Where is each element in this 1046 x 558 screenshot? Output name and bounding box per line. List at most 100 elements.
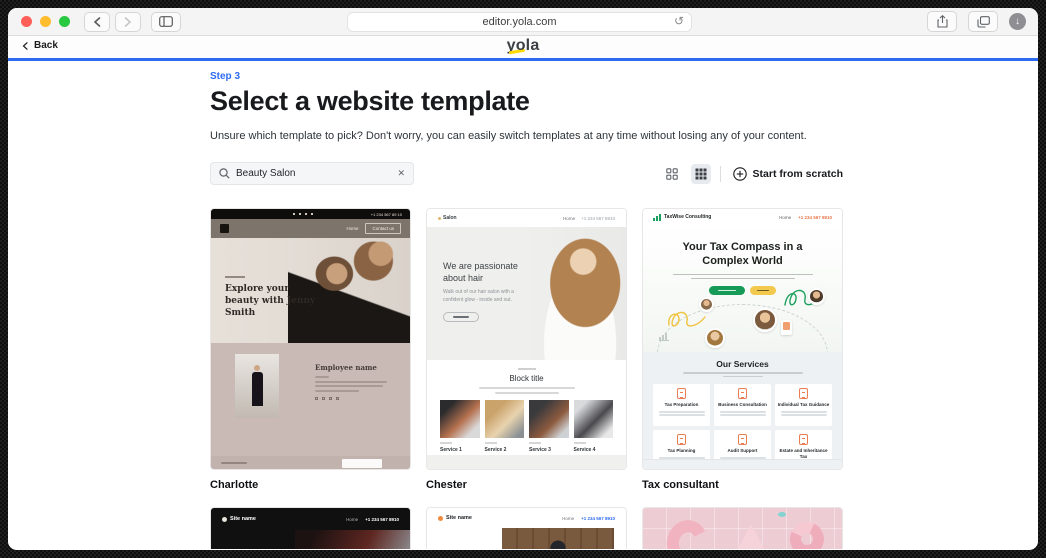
template-cell-tax-consultant: TaxWise Consulting Home +1 234 567 8910 … — [642, 208, 843, 491]
template-cell-chester: Salon Home +1 234 567 8910 We are passio… — [426, 208, 627, 491]
mini-secondary-button — [750, 286, 776, 295]
phone-in-hand-decoration — [781, 320, 792, 335]
mini-primary-button — [709, 286, 745, 295]
clear-search-icon[interactable]: ✕ — [397, 168, 405, 179]
minimize-window-button[interactable] — [40, 16, 51, 27]
mini-logo: Site name — [438, 515, 472, 521]
service-photo — [573, 399, 613, 438]
mini-navbar: Site name Home +1 234 567 8910 — [427, 508, 626, 528]
template-search[interactable]: ✕ — [210, 162, 414, 185]
template-card-charlotte[interactable]: +1 234 567 89 10 Home Contact us Explore… — [210, 208, 411, 470]
service-icon — [677, 434, 686, 445]
mini-hero: Explore your beauty with Jenny Smith — [211, 238, 410, 343]
chevron-left-icon — [93, 16, 101, 27]
mini-nav-home: Home — [562, 515, 575, 521]
mini-services-title: Our Services — [716, 359, 769, 369]
social-icons — [315, 396, 391, 400]
mini-phone: +1 234 567 89 10 — [370, 211, 402, 217]
template-card-chester[interactable]: Salon Home +1 234 567 8910 We are passio… — [426, 208, 627, 470]
mini-contact-button: Contact us — [365, 223, 401, 234]
mini-phone: +1 234 567 8910 — [365, 516, 399, 522]
paragraph-placeholder — [780, 410, 827, 418]
hero-photo — [524, 227, 626, 360]
yola-logo: yola — [506, 37, 540, 54]
share-button[interactable] — [927, 11, 957, 32]
reload-icon[interactable]: ↺ — [674, 14, 684, 28]
mini-nav-home: Home — [779, 214, 792, 220]
start-from-scratch-button[interactable]: Start from scratch — [732, 166, 843, 181]
mini-logo: TaxWise Consulting — [664, 214, 712, 220]
window-controls — [21, 16, 70, 27]
template-card-pink[interactable] — [642, 507, 843, 549]
mini-logo: Salon — [438, 215, 457, 221]
divider — [719, 165, 721, 182]
avatar — [705, 328, 725, 348]
text-placeholder — [225, 276, 245, 278]
close-window-button[interactable] — [21, 16, 32, 27]
employee-photo — [235, 354, 279, 418]
browser-forward-button[interactable] — [115, 11, 141, 32]
text-placeholder — [517, 368, 536, 370]
grid-view-3col-button[interactable] — [690, 163, 711, 184]
mini-navbar: Salon Home +1 234 567 8910 — [427, 209, 626, 227]
avatar — [753, 308, 777, 332]
mini-hero-heading: Your Tax Compass in a Complex World — [682, 241, 803, 267]
address-bar[interactable]: editor.yola.com ↺ — [347, 12, 692, 32]
mini-service-card: Business Consultation — [714, 384, 771, 426]
plus-circle-icon — [732, 166, 747, 181]
mini-logo: Site name — [222, 516, 256, 522]
mini-employee-heading: Employee name — [315, 363, 377, 372]
mini-hero-heading: Explore your beauty with Jenny Smith — [225, 284, 316, 319]
mini-service-card: Individual Tax Guidance — [775, 384, 832, 426]
paragraph-placeholder — [682, 372, 803, 377]
search-input[interactable] — [236, 168, 392, 179]
url-text: editor.yola.com — [482, 16, 557, 28]
template-card-dark[interactable]: Site name Home +1 234 567 8910 — [210, 507, 411, 549]
service-icon — [799, 388, 808, 399]
service-photo — [484, 399, 524, 438]
search-icon — [219, 168, 230, 179]
avatar — [699, 297, 714, 312]
template-name: Tax consultant — [642, 479, 719, 491]
service-photo — [440, 399, 480, 438]
browser-window: editor.yola.com ↺ ↓ Back yola Step 3 Sel… — [8, 8, 1038, 550]
template-card-tax-consultant[interactable]: TaxWise Consulting Home +1 234 567 8910 … — [642, 208, 843, 470]
mini-navbar: TaxWise Consulting Home +1 234 567 8910 — [643, 209, 842, 225]
mini-hero: Your Tax Compass in a Complex World — [643, 225, 842, 352]
template-cell-charlotte: +1 234 567 89 10 Home Contact us Explore… — [210, 208, 411, 491]
hero-photo — [295, 530, 410, 549]
mini-phone: +1 234 567 8910 — [798, 214, 832, 220]
tab-overview-button[interactable] — [968, 11, 998, 32]
mini-nav-home: Home — [346, 516, 359, 522]
page-title: Select a website template — [210, 86, 530, 116]
mini-hero-heading: We are passionate about hair — [443, 261, 518, 283]
mini-phone: +1 234 567 8910 — [581, 215, 615, 221]
mini-service-card: Tax Preparation — [653, 384, 710, 426]
paragraph-placeholder — [315, 376, 391, 392]
mini-logo-icon — [222, 516, 227, 522]
template-card-light[interactable]: Site name Home +1 234 567 8910 — [426, 507, 627, 549]
grid-view-2col-button[interactable] — [662, 164, 682, 184]
service-photo — [529, 399, 569, 438]
browser-back-button[interactable] — [84, 11, 110, 32]
hero-photo — [502, 528, 614, 549]
service-icon — [677, 388, 686, 399]
zoom-window-button[interactable] — [59, 16, 70, 27]
mini-navbar: Home Contact us — [211, 219, 410, 238]
sidebar-toggle-button[interactable] — [151, 11, 181, 32]
paragraph-placeholder — [478, 387, 575, 394]
download-arrow-icon: ↓ — [1015, 15, 1020, 27]
downloads-button[interactable]: ↓ — [1009, 13, 1026, 30]
footer-input-placeholder — [342, 459, 382, 468]
tabs-icon — [976, 15, 990, 28]
mini-nav-home: Home — [563, 215, 576, 221]
mini-block-title: Block title — [509, 374, 544, 383]
mini-phone: +1 234 567 8910 — [581, 515, 615, 521]
mini-services-section: Our Services Tax Preparation Business Co… — [643, 352, 842, 469]
pink-shape-decoration — [735, 524, 767, 549]
paragraph-placeholder — [672, 273, 813, 279]
social-icons — [293, 213, 313, 215]
service-icon — [738, 388, 747, 399]
mini-footer — [427, 455, 626, 469]
sidebar-icon — [159, 16, 173, 27]
